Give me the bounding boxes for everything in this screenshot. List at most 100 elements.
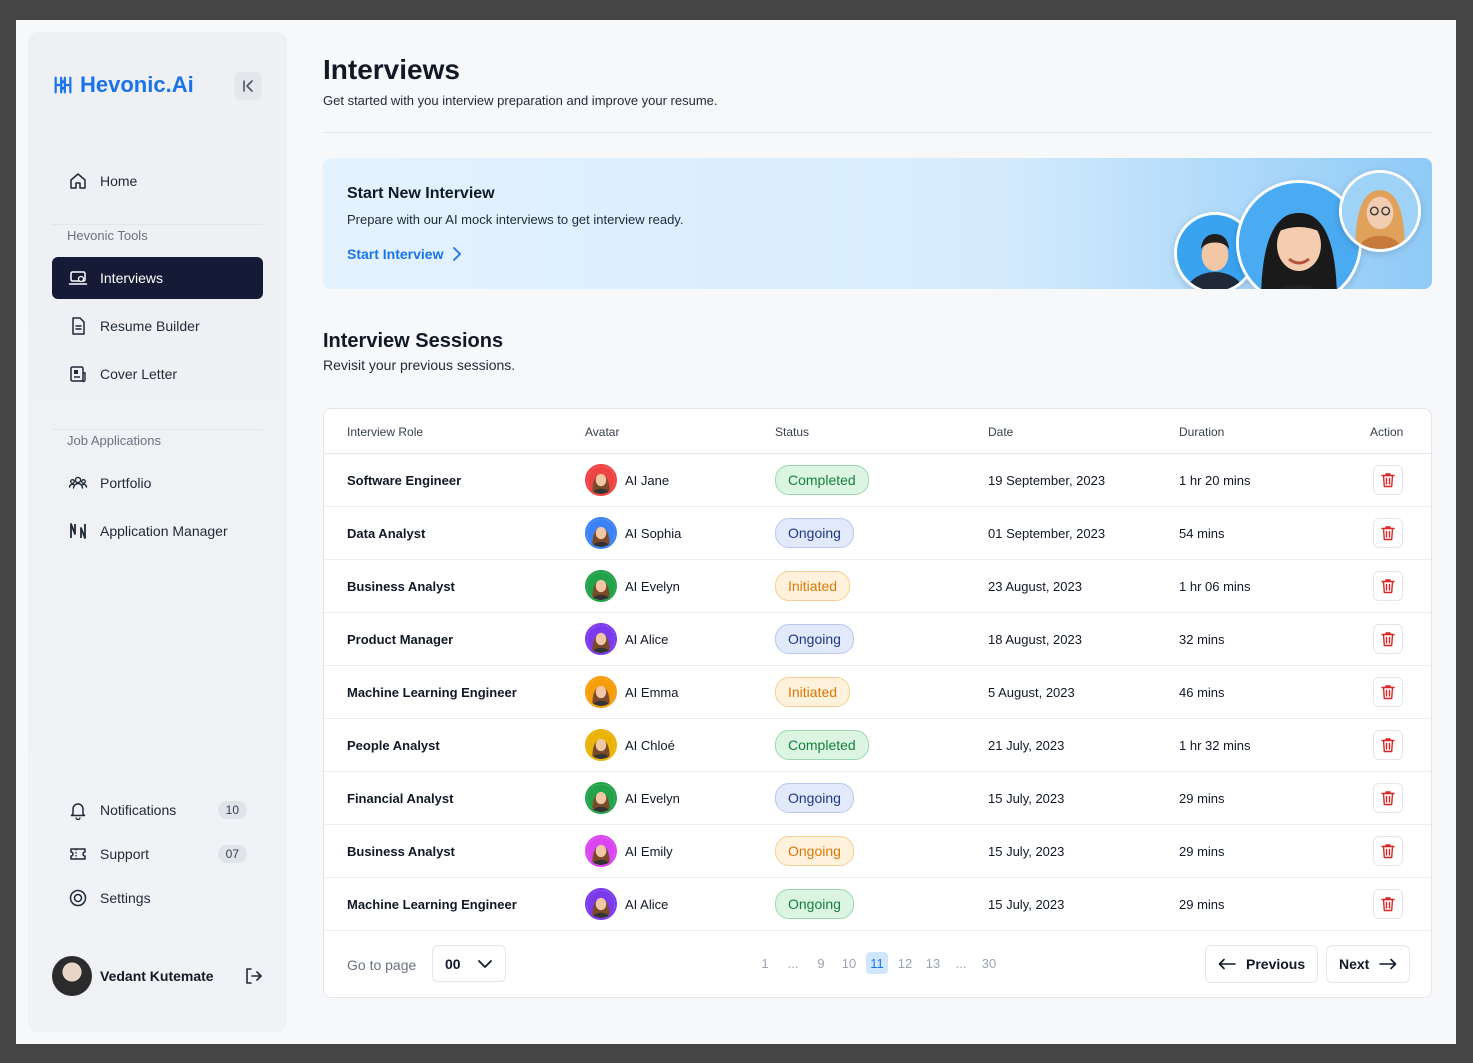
cell-date: 15 July, 2023 [988, 896, 1065, 912]
pagination-bar: Go to page 00 1... 9 10 11 12 13... 30 Previou… [324, 931, 1431, 999]
trash-icon [1381, 897, 1395, 912]
user-profile[interactable]: Vedant Kutemate [52, 956, 263, 996]
delete-button[interactable] [1373, 730, 1403, 760]
page-ellipsis: ... [955, 955, 967, 971]
avatar [585, 517, 617, 549]
start-interview-link[interactable]: Start Interview [347, 246, 463, 262]
sidebar-item-label: Notifications [100, 802, 177, 818]
cell-duration: 1 hr 20 mins [1179, 472, 1251, 488]
status-badge: Initiated [775, 571, 851, 601]
avatar-face-icon [587, 572, 615, 600]
column-header: Avatar [585, 425, 620, 439]
delete-button[interactable] [1373, 624, 1403, 654]
cell-date: 23 August, 2023 [988, 578, 1082, 594]
status-badge: Ongoing [775, 783, 854, 813]
sidebar-item-application-manager[interactable]: Application Manager [52, 510, 263, 552]
sidebar-item-resume-builder[interactable]: Resume Builder [52, 305, 263, 347]
table-row: Business Analyst AI Evelyn Initiated 23 … [324, 560, 1431, 613]
page-number[interactable]: 30 [978, 952, 1000, 974]
next-page-button[interactable]: Next [1326, 945, 1411, 983]
cell-action [1373, 772, 1403, 824]
avatar [585, 570, 617, 602]
page-number[interactable]: 11 [866, 952, 888, 974]
header-divider [323, 132, 1432, 133]
cell-action [1373, 825, 1403, 877]
arrow-left-icon [1218, 958, 1236, 970]
sidebar-item-cover-letter[interactable]: Cover Letter [52, 353, 263, 395]
laptop-icon [68, 271, 88, 285]
sessions-title: Interview Sessions [323, 330, 504, 352]
delete-button[interactable] [1373, 783, 1403, 813]
next-label: Next [1339, 956, 1370, 972]
avatar-face-icon [587, 890, 615, 918]
column-header: Date [988, 425, 1014, 439]
delete-button[interactable] [1373, 677, 1403, 707]
page-number[interactable]: 9 [810, 952, 832, 974]
page-subtitle: Get started with you interview preparati… [323, 93, 718, 108]
page-number[interactable]: 13 [922, 952, 944, 974]
sidebar-item-home[interactable]: Home [52, 160, 263, 202]
cell-status: Completed [775, 454, 869, 506]
sidebar-divider [52, 429, 263, 430]
brand-name: Hevonic.Ai [80, 72, 194, 97]
cell-role: Financial Analyst [347, 790, 454, 806]
cell-status: Initiated [775, 560, 851, 612]
avatar [585, 464, 617, 496]
cell-duration: 46 mins [1179, 684, 1225, 700]
cell-action [1373, 666, 1403, 718]
cell-action [1373, 878, 1403, 930]
trash-icon [1381, 632, 1395, 647]
trash-icon [1381, 526, 1395, 541]
sidebar-item-notifications[interactable]: Notifications 10 [52, 789, 263, 831]
user-name: Vedant Kutemate [100, 968, 214, 984]
page-number[interactable]: 12 [894, 952, 916, 974]
trash-icon [1381, 738, 1395, 753]
avatar-face-icon [587, 731, 615, 759]
cell-duration: 32 mins [1179, 631, 1225, 647]
table-row: Software Engineer AI Jane Completed 19 S… [324, 454, 1431, 507]
sidebar-item-portfolio[interactable]: Portfolio [52, 462, 263, 504]
sidebar-item-label: Settings [100, 890, 151, 906]
brand-logo[interactable]: Hevonic.Ai [52, 72, 194, 98]
status-badge: Completed [775, 730, 869, 760]
avatar-face-icon [587, 466, 615, 494]
sidebar: Hevonic.Ai Home Hevonic Tools Interviews… [28, 32, 287, 1032]
table-header: Interview Role Avatar Status Date Durati… [324, 409, 1431, 454]
document-icon [72, 317, 85, 335]
sidebar-item-interviews[interactable]: Interviews [52, 257, 263, 299]
ticket-icon [70, 848, 86, 860]
page-number[interactable]: 1 [754, 952, 776, 974]
cell-action [1373, 719, 1403, 771]
sidebar-item-support[interactable]: Support 07 [52, 833, 263, 875]
cell-role: People Analyst [347, 737, 440, 753]
delete-button[interactable] [1373, 836, 1403, 866]
newspaper-icon [70, 366, 86, 383]
delete-button[interactable] [1373, 518, 1403, 548]
bell-icon [70, 803, 86, 820]
arrow-right-icon [1379, 958, 1397, 970]
previous-page-button[interactable]: Previous [1205, 945, 1319, 983]
page-number[interactable]: 10 [838, 952, 860, 974]
sidebar-item-settings[interactable]: Settings [52, 877, 263, 919]
previous-label: Previous [1246, 956, 1306, 972]
delete-button[interactable] [1373, 571, 1403, 601]
delete-button[interactable] [1373, 465, 1403, 495]
cell-date: 15 July, 2023 [988, 843, 1065, 859]
logout-icon[interactable] [243, 966, 263, 986]
avatar-face-icon [587, 519, 615, 547]
goto-page-value: 00 [445, 955, 461, 972]
goto-page-select[interactable]: 00 [432, 945, 506, 982]
cell-avatar: AI Emma [585, 666, 678, 718]
sessions-subtitle: Revisit your previous sessions. [323, 357, 516, 373]
avatar-woman-glasses-icon [1342, 173, 1418, 249]
cell-status: Ongoing [775, 772, 854, 824]
collapse-sidebar-button[interactable] [234, 72, 262, 100]
delete-button[interactable] [1373, 889, 1403, 919]
avatar-face-icon [587, 784, 615, 812]
cell-role: Machine Learning Engineer [347, 684, 517, 700]
group-label-jobs: Job Applications [67, 433, 161, 448]
avatar-name: AI Evelyn [625, 578, 680, 594]
status-badge: Initiated [775, 677, 851, 707]
cell-action [1373, 560, 1403, 612]
status-badge: Ongoing [775, 889, 854, 919]
